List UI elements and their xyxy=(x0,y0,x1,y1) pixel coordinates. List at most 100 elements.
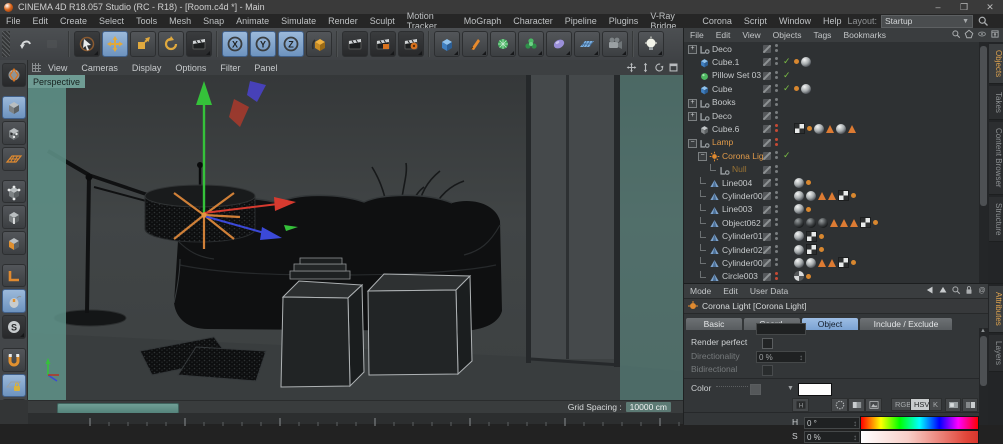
saturation-gradient-bar[interactable] xyxy=(860,430,979,444)
add-camera-button[interactable] xyxy=(602,31,628,57)
render-settings-button[interactable] xyxy=(398,31,424,57)
saturation-field[interactable]: 0 %↕ xyxy=(804,431,860,443)
color-mode-k[interactable]: K xyxy=(929,398,942,411)
object-row-books[interactable]: +Books xyxy=(684,96,979,109)
side-tables[interactable] xyxy=(281,274,472,387)
viewport-menu-view[interactable]: View xyxy=(41,63,74,73)
add-spline-button[interactable] xyxy=(462,31,488,57)
object-name[interactable]: Pillow Set 03 xyxy=(712,70,761,80)
visibility-dots[interactable] xyxy=(775,232,778,240)
object-row-corona-light[interactable]: −Corona Light✓ xyxy=(684,149,979,162)
at-icon[interactable]: @ xyxy=(977,285,987,297)
toolbar-grip[interactable] xyxy=(2,31,10,57)
visibility-dots[interactable] xyxy=(775,44,778,52)
picture-icon[interactable] xyxy=(945,398,961,412)
visibility-dots[interactable] xyxy=(775,124,778,132)
layer-icon[interactable] xyxy=(763,112,771,120)
object-name[interactable]: Cube xyxy=(712,84,732,94)
material-tag-icon[interactable] xyxy=(801,84,811,94)
lock-z-axis[interactable]: Z xyxy=(278,31,304,57)
live-selection-tool[interactable] xyxy=(74,31,100,57)
layer-icon[interactable] xyxy=(763,192,771,200)
material-tag-icon[interactable] xyxy=(806,191,816,201)
snap-toggle-button[interactable]: S xyxy=(2,315,26,339)
material-tag-icon[interactable] xyxy=(794,178,804,188)
menu-script[interactable]: Script xyxy=(738,16,773,26)
orbit-icon[interactable] xyxy=(654,62,665,73)
object-row-line004[interactable]: Line004 xyxy=(684,176,979,189)
om-menu-file[interactable]: File xyxy=(684,30,710,40)
object-row-cylinder006[interactable]: Cylinder006 xyxy=(684,189,979,202)
object-name[interactable]: Line003 xyxy=(722,204,752,214)
points-mode-button[interactable] xyxy=(2,180,26,204)
material-tag-icon[interactable] xyxy=(806,258,816,268)
visibility-dots[interactable] xyxy=(775,245,778,253)
menu-file[interactable]: File xyxy=(0,16,27,26)
viewport-menu-display[interactable]: Display xyxy=(125,63,169,73)
material-tag-icon[interactable] xyxy=(794,204,804,214)
visibility-dots[interactable] xyxy=(775,178,778,186)
layer-icon[interactable] xyxy=(763,125,771,133)
am-menu-mode[interactable]: Mode xyxy=(684,286,717,296)
add-floor-button[interactable] xyxy=(574,31,600,57)
checker-tag-icon[interactable] xyxy=(838,190,849,201)
triangle-tag-icon[interactable] xyxy=(818,192,826,200)
object-name[interactable]: Lamp xyxy=(712,137,733,147)
object-name[interactable]: Null xyxy=(732,164,747,174)
layer-icon[interactable] xyxy=(763,273,771,281)
magnet-tool-button[interactable] xyxy=(2,348,26,372)
enabled-check-icon[interactable]: ✓ xyxy=(783,150,791,161)
material-dark-tag-icon[interactable] xyxy=(806,218,816,228)
menu-sculpt[interactable]: Sculpt xyxy=(364,16,401,26)
triangle-tag-icon[interactable] xyxy=(848,125,856,133)
maximize-view-icon[interactable] xyxy=(668,62,679,73)
side-tab-layers[interactable]: Layers xyxy=(989,335,1003,372)
viewport-canvas[interactable] xyxy=(28,75,683,400)
expander-icon[interactable]: + xyxy=(688,112,697,121)
enabled-check-icon[interactable]: ✓ xyxy=(783,83,791,94)
layer-icon[interactable] xyxy=(763,166,771,174)
dot-tag-icon[interactable] xyxy=(873,220,878,225)
material-tag-icon[interactable] xyxy=(801,57,811,67)
close-button[interactable]: ✕ xyxy=(977,2,1003,13)
object-row-deco[interactable]: +Deco xyxy=(684,42,979,55)
menu-simulate[interactable]: Simulate xyxy=(275,16,322,26)
viewport-menu-options[interactable]: Options xyxy=(168,63,213,73)
viewport-menu-cameras[interactable]: Cameras xyxy=(74,63,125,73)
hue-field[interactable]: 0 °↕ xyxy=(804,417,860,429)
menu-pipeline[interactable]: Pipeline xyxy=(559,16,603,26)
om-scrollbar[interactable] xyxy=(979,42,988,283)
menu-mograph[interactable]: MoGraph xyxy=(458,16,508,26)
dot-tag-icon[interactable] xyxy=(851,260,856,265)
visibility-dots[interactable] xyxy=(775,138,778,146)
expander-icon[interactable]: − xyxy=(688,139,697,148)
checker-tag-icon[interactable] xyxy=(806,231,817,242)
texture-mode-button[interactable] xyxy=(2,121,26,145)
rotate-tool[interactable] xyxy=(158,31,184,57)
checker-tag-icon[interactable] xyxy=(806,244,817,255)
dot-tag-icon[interactable] xyxy=(819,247,824,252)
render-view-button[interactable] xyxy=(342,31,368,57)
menu-select[interactable]: Select xyxy=(93,16,130,26)
material-dark-tag-icon[interactable] xyxy=(794,218,804,228)
expander-icon[interactable]: − xyxy=(698,152,707,161)
object-name[interactable]: Deco xyxy=(712,44,732,54)
visibility-dots[interactable] xyxy=(775,98,778,106)
lock-y-axis[interactable]: Y xyxy=(250,31,276,57)
visibility-dots[interactable] xyxy=(775,57,778,65)
visibility-dots[interactable] xyxy=(775,165,778,173)
object-name[interactable]: Deco xyxy=(712,111,732,121)
layer-icon[interactable] xyxy=(763,233,771,241)
enabled-check-icon[interactable]: ✓ xyxy=(783,56,791,67)
directionality-field[interactable]: 0 %↕ xyxy=(756,351,806,363)
swatches-icon[interactable]: H xyxy=(792,398,809,412)
layer-icon[interactable] xyxy=(763,139,771,147)
redo-button[interactable] xyxy=(40,32,64,56)
object-row-cube[interactable]: Cube ✓ xyxy=(684,82,979,95)
side-tab-objects[interactable]: Objects xyxy=(989,44,1003,84)
layer-icon[interactable] xyxy=(763,246,771,254)
material-tag-icon[interactable] xyxy=(794,258,804,268)
material-tag-icon[interactable] xyxy=(794,231,804,241)
object-name[interactable]: Cylinder015 xyxy=(722,231,767,241)
move-tool[interactable] xyxy=(102,31,128,57)
